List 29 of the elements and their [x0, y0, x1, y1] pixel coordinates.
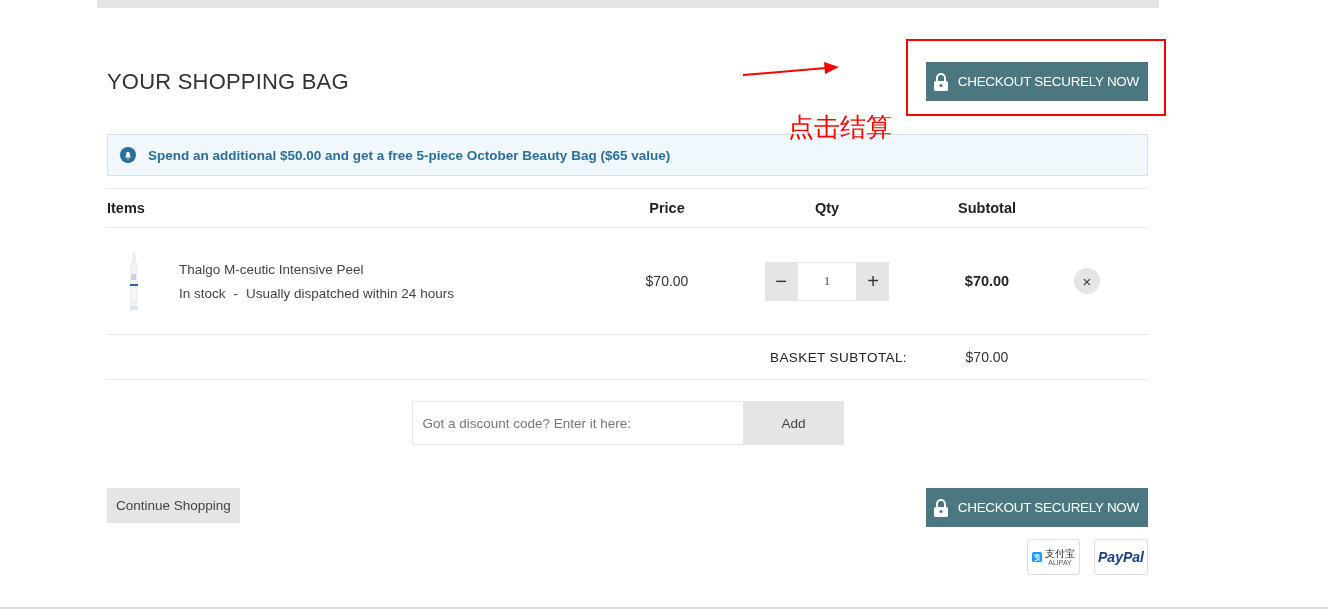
promo-text: Spend an additional $50.00 and get a free 5-piece October Beauty Bag ($65 value): [148, 147, 671, 163]
stock-status: In stock: [179, 285, 226, 301]
annotation-text: 点击结算: [788, 111, 892, 144]
increase-button[interactable]: +: [857, 261, 889, 301]
page-title: YOUR SHOPPING BAG: [107, 68, 349, 95]
arrow-icon: [742, 60, 840, 78]
column-header: Subtotal: [957, 200, 1017, 216]
add-button[interactable]: Add: [743, 401, 844, 445]
subtotal-label: BASKET SUBTOTAL:: [769, 349, 907, 365]
subtotal-value: $70.00: [964, 349, 1010, 365]
remove-button[interactable]: ×: [1074, 268, 1100, 294]
quantity-field[interactable]: 1: [797, 261, 857, 301]
paypal-logo: PayPal: [1094, 539, 1148, 575]
price: $70.00: [644, 273, 690, 289]
item-subtotal: $70.00: [963, 273, 1011, 289]
bell-icon: [120, 147, 136, 163]
continue-shopping-button[interactable]: Continue Shopping: [107, 488, 240, 523]
dispatch-info: Usually dispatched within 24 hours: [246, 285, 454, 301]
decrease-button[interactable]: −: [765, 261, 797, 301]
discount-code-field[interactable]: Got a discount code? Enter it here:: [411, 401, 744, 445]
lock-icon: [933, 72, 948, 91]
separator: -: [233, 285, 239, 301]
lock-icon: [933, 498, 948, 517]
column-header: Price: [648, 200, 686, 216]
product-name[interactable]: Thalgo M-ceutic Intensive Peel: [179, 261, 454, 277]
column-header: Items: [107, 200, 146, 216]
column-header: Qty: [813, 200, 841, 216]
checkout-button[interactable]: CHECKOUT SECURELY NOW: [925, 488, 1148, 527]
checkout-button[interactable]: CHECKOUT SECURELY NOW: [925, 62, 1148, 101]
